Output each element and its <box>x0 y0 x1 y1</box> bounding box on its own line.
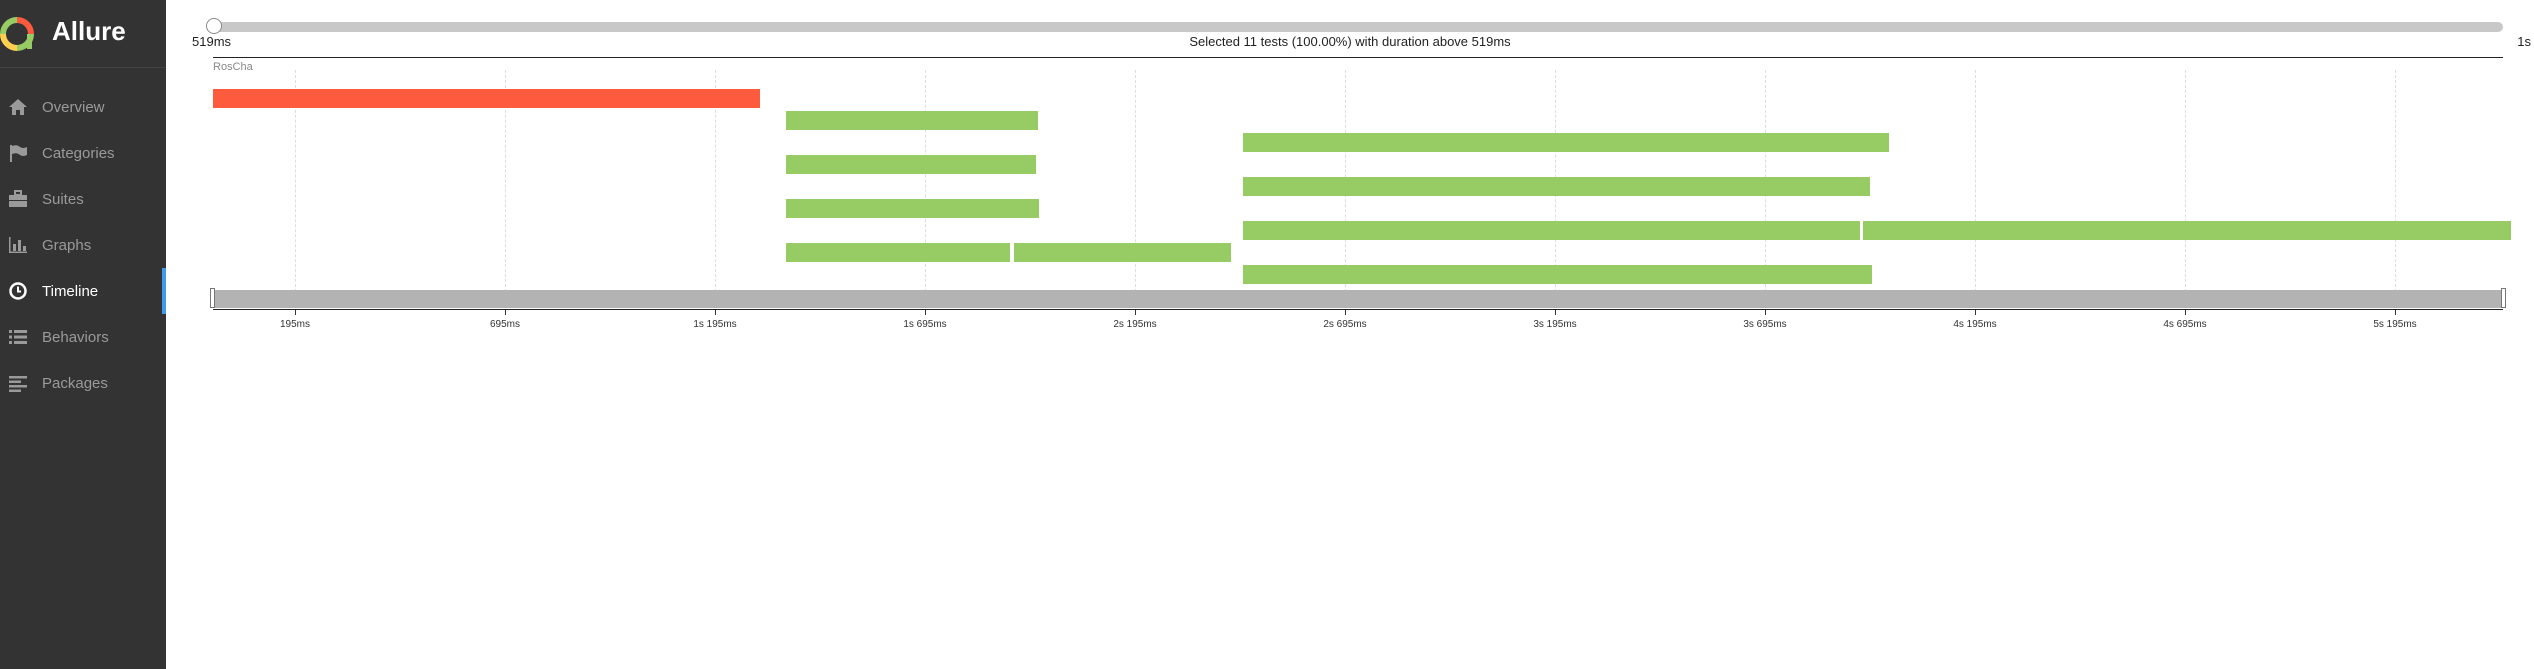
test-bar-passed[interactable] <box>786 199 1039 218</box>
test-bar-passed[interactable] <box>1243 133 1889 152</box>
timeline-brush[interactable] <box>213 290 2503 308</box>
axis-tick <box>1765 310 1766 315</box>
sidebar-item-timeline[interactable]: Timeline <box>0 268 166 314</box>
axis-tick-label: 2s 195ms <box>1113 319 1157 330</box>
axis-tick <box>715 310 716 315</box>
grid-line <box>1975 70 1976 292</box>
axis-tick-label: 4s 195ms <box>1953 319 1997 330</box>
test-bar-passed[interactable] <box>786 243 1010 262</box>
divider <box>213 57 2503 58</box>
axis-tick <box>1135 310 1136 315</box>
sidebar-item-label: Timeline <box>42 283 99 300</box>
brush-right-handle[interactable] <box>2501 288 2506 308</box>
sidebar-item-label: Behaviors <box>42 329 109 346</box>
axis-tick-label: 195ms <box>279 319 311 330</box>
duration-slider-track[interactable] <box>213 22 2503 32</box>
test-bar-passed[interactable] <box>1243 221 1860 240</box>
list-icon <box>9 330 27 344</box>
sidebar-item-label: Packages <box>42 375 108 392</box>
sidebar-item-overview[interactable]: Overview <box>0 84 166 130</box>
duration-slider-handle[interactable] <box>206 18 222 34</box>
sidebar-nav: Overview Categories Suites Graphs Timeli… <box>0 84 166 406</box>
axis-tick-label: 1s 195ms <box>693 319 737 330</box>
test-bar-passed[interactable] <box>1014 243 1231 262</box>
brush-left-handle[interactable] <box>210 288 215 308</box>
time-axis <box>213 309 2503 310</box>
axis-tick <box>1975 310 1976 315</box>
test-bar-passed[interactable] <box>786 111 1038 130</box>
axis-tick <box>2185 310 2186 315</box>
sidebar-item-label: Graphs <box>42 237 92 254</box>
sidebar-item-label: Overview <box>42 99 105 116</box>
sidebar-item-categories[interactable]: Categories <box>0 130 166 176</box>
sidebar-item-packages[interactable]: Packages <box>0 360 166 406</box>
brand-title: Allure <box>52 16 126 46</box>
test-bar-passed[interactable] <box>1863 221 2511 240</box>
sidebar-item-behaviors[interactable]: Behaviors <box>0 314 166 360</box>
allure-logo-icon <box>0 17 34 51</box>
timeline-chart: 195ms 695ms 1s 195ms 1s 695ms 2s 195ms 2… <box>210 70 2511 330</box>
sidebar-item-label: Suites <box>42 191 84 208</box>
test-bar-passed[interactable] <box>786 155 1036 174</box>
home-icon <box>9 99 27 115</box>
sidebar-item-suites[interactable]: Suites <box>0 176 166 222</box>
axis-tick <box>2395 310 2396 315</box>
clock-icon <box>9 282 27 300</box>
flag-icon <box>10 145 27 162</box>
briefcase-icon <box>9 190 27 207</box>
axis-tick <box>925 310 926 315</box>
axis-tick-label: 695ms <box>489 319 521 330</box>
sidebar-item-graphs[interactable]: Graphs <box>0 222 166 268</box>
axis-tick-label: 2s 695ms <box>1323 319 1367 330</box>
test-bar-passed[interactable] <box>1243 177 1870 196</box>
test-bar-passed[interactable] <box>1243 265 1872 284</box>
grid-line <box>2395 70 2396 292</box>
timeline-panel: 519ms 1s Selected 11 tests (100.00%) wit… <box>166 0 2534 669</box>
sidebar-item-label: Categories <box>42 145 115 162</box>
brand[interactable]: Allure <box>0 0 166 68</box>
selection-summary: Selected 11 tests (100.00%) with duratio… <box>1189 34 1511 49</box>
axis-tick-label: 4s 695ms <box>2163 319 2207 330</box>
axis-tick-label: 1s 695ms <box>903 319 947 330</box>
axis-tick-label: 3s 695ms <box>1743 319 1787 330</box>
axis-tick <box>505 310 506 315</box>
sidebar: Allure Overview Categories Suites Graphs… <box>0 0 166 669</box>
test-bar-failed[interactable] <box>213 89 760 108</box>
align-left-icon <box>9 376 27 392</box>
axis-tick <box>1555 310 1556 315</box>
axis-tick <box>1345 310 1346 315</box>
grid-line <box>2185 70 2186 292</box>
bar-chart-icon <box>9 237 27 253</box>
axis-tick-label: 3s 195ms <box>1533 319 1577 330</box>
axis-tick <box>295 310 296 315</box>
axis-tick-label: 5s 195ms <box>2373 319 2417 330</box>
